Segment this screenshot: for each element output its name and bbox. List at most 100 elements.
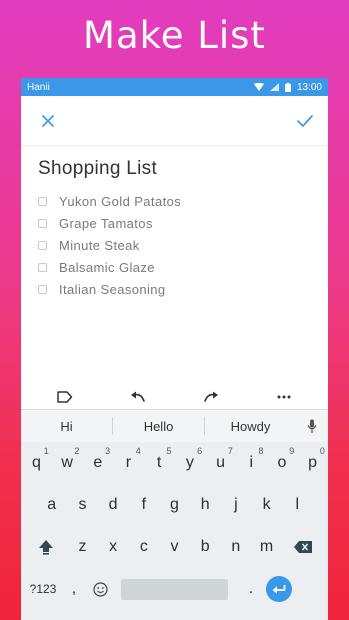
key-hint: 7 <box>227 446 233 456</box>
key-y[interactable]: y6 <box>175 446 206 480</box>
suggestion-strip: Hi Hello Howdy <box>21 410 328 442</box>
item-text[interactable]: Grape Tamatos <box>59 216 153 231</box>
carrier-name: Hanii <box>27 81 50 93</box>
suggestion[interactable]: Howdy <box>205 419 296 434</box>
key-i[interactable]: i8 <box>236 446 267 480</box>
list-item: Italian Seasoning <box>38 279 328 301</box>
shift-key[interactable] <box>25 530 67 564</box>
emoji-icon <box>92 581 108 597</box>
item-checkbox[interactable] <box>38 240 47 250</box>
keyboard-row-4: ?123 , . <box>21 568 328 610</box>
key-label: e <box>93 454 103 471</box>
suggestion[interactable]: Hello <box>113 419 204 434</box>
redo-button[interactable] <box>197 387 225 407</box>
key-c[interactable]: c <box>128 530 159 564</box>
item-text[interactable]: Minute Steak <box>59 238 140 253</box>
comma-key[interactable]: , <box>61 572 87 606</box>
key-s[interactable]: s <box>67 488 98 522</box>
key-w[interactable]: w2 <box>52 446 83 480</box>
list-title[interactable]: Shopping List <box>38 158 328 180</box>
suggestion[interactable]: Hi <box>21 419 112 434</box>
more-button[interactable] <box>270 387 298 407</box>
key-u[interactable]: u7 <box>205 446 236 480</box>
key-l[interactable]: l <box>282 488 313 522</box>
status-icons: 13:00 <box>253 82 322 93</box>
keyboard-row-3: z x c v b n m <box>21 526 328 568</box>
key-f[interactable]: f <box>128 488 159 522</box>
key-label: t <box>156 454 162 471</box>
key-q[interactable]: q1 <box>21 446 52 480</box>
signal-icon <box>269 83 279 91</box>
space-bar[interactable] <box>121 578 228 600</box>
edit-toolbar <box>21 385 328 409</box>
wifi-icon <box>253 83 264 91</box>
confirm-button[interactable] <box>294 110 316 132</box>
key-hint: 9 <box>289 446 295 456</box>
backspace-icon <box>293 541 312 553</box>
phone-screen: Hanii 13:00 Shopping List Yukon Gold Pat… <box>21 78 328 620</box>
period-key[interactable]: . <box>236 572 266 606</box>
item-text[interactable]: Balsamic Glaze <box>59 260 155 275</box>
key-label: w <box>61 454 73 471</box>
key-label: q <box>31 454 41 471</box>
close-icon <box>42 114 54 127</box>
keyboard-row-1: q1 w2 e3 r4 t5 y6 u7 i8 o9 p0 <box>21 442 328 484</box>
shift-icon <box>39 540 54 555</box>
more-icon <box>277 395 291 399</box>
key-label: y <box>185 454 194 471</box>
promo-headline: Make List <box>83 14 266 57</box>
key-x[interactable]: x <box>98 530 129 564</box>
key-hint: 1 <box>43 446 49 456</box>
undo-button[interactable] <box>124 387 152 407</box>
key-a[interactable]: a <box>36 488 67 522</box>
undo-icon <box>131 391 145 402</box>
key-hint: 6 <box>197 446 203 456</box>
item-text[interactable]: Yukon Gold Patatos <box>59 194 181 209</box>
key-v[interactable]: v <box>159 530 190 564</box>
label-button[interactable] <box>51 387 79 407</box>
symbols-key[interactable]: ?123 <box>25 572 61 606</box>
close-button[interactable] <box>37 110 59 132</box>
key-hint: 8 <box>258 446 264 456</box>
enter-icon <box>272 584 286 594</box>
item-checkbox[interactable] <box>38 196 47 206</box>
item-text[interactable]: Italian Seasoning <box>59 282 166 297</box>
microphone-icon <box>307 419 317 433</box>
key-g[interactable]: g <box>159 488 190 522</box>
key-n[interactable]: n <box>221 530 252 564</box>
key-label: u <box>216 454 225 471</box>
voice-input-button[interactable] <box>296 419 328 434</box>
status-bar: Hanii 13:00 <box>21 78 328 96</box>
key-o[interactable]: o9 <box>267 446 298 480</box>
key-d[interactable]: d <box>98 488 129 522</box>
label-icon <box>57 391 73 403</box>
soft-keyboard: Hi Hello Howdy q1 w2 e3 r4 t5 y6 u7 i8 o… <box>21 409 328 620</box>
editor-toolbar <box>21 96 328 146</box>
key-m[interactable]: m <box>251 530 282 564</box>
item-checkbox[interactable] <box>38 263 47 273</box>
key-hint: 2 <box>74 446 80 456</box>
backspace-key[interactable] <box>282 530 324 564</box>
key-t[interactable]: t5 <box>144 446 175 480</box>
key-label: r <box>125 454 132 471</box>
check-icon <box>297 114 313 127</box>
key-b[interactable]: b <box>190 530 221 564</box>
key-h[interactable]: h <box>190 488 221 522</box>
checklist: Yukon Gold Patatos Grape Tamatos Minute … <box>38 190 328 301</box>
key-r[interactable]: r4 <box>113 446 144 480</box>
emoji-key[interactable] <box>87 572 113 606</box>
keyboard-row-2: a s d f g h j k l <box>21 484 328 526</box>
list-item: Yukon Gold Patatos <box>38 190 328 212</box>
key-e[interactable]: e3 <box>82 446 113 480</box>
key-hint: 5 <box>166 446 172 456</box>
key-k[interactable]: k <box>251 488 282 522</box>
enter-key[interactable] <box>266 576 292 602</box>
item-checkbox[interactable] <box>38 285 47 295</box>
redo-icon <box>204 391 218 402</box>
key-j[interactable]: j <box>221 488 252 522</box>
key-label: p <box>308 454 318 471</box>
key-z[interactable]: z <box>67 530 98 564</box>
item-checkbox[interactable] <box>38 218 47 228</box>
list-item: Balsamic Glaze <box>38 257 328 279</box>
key-p[interactable]: p0 <box>297 446 328 480</box>
